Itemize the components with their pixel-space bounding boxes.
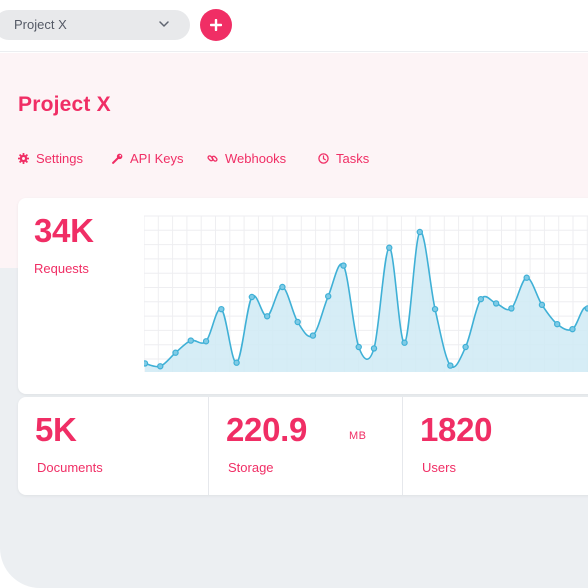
chart-point	[462, 343, 469, 351]
project-select-value: Project X	[14, 17, 67, 32]
chart-point	[370, 345, 378, 352]
tab-settings[interactable]: Settings	[18, 151, 83, 166]
requests-chart	[144, 215, 588, 372]
storage-stat: 220.9 MB Storage	[208, 397, 402, 495]
stats-row: 5K Documents 220.9 MB Storage 1820 Users	[18, 397, 588, 495]
storage-value: 220.9	[226, 411, 308, 448]
storage-label: Storage	[228, 460, 274, 475]
add-project-button[interactable]	[200, 9, 232, 41]
users-value: 1820	[420, 411, 493, 448]
chart-point	[431, 305, 439, 313]
chart-point	[508, 305, 515, 312]
chart-point	[569, 325, 576, 333]
chevron-down-icon	[159, 21, 169, 27]
chart-point	[523, 274, 530, 281]
tab-api-keys-label: API Keys	[130, 151, 184, 166]
chart-point	[248, 293, 256, 301]
chart-point	[263, 313, 271, 320]
documents-stat: 5K Documents	[18, 397, 208, 495]
chart-point	[187, 337, 195, 344]
plus-icon	[210, 19, 222, 31]
chart-point	[233, 359, 240, 366]
link-icon	[207, 155, 218, 162]
key-icon	[112, 153, 123, 164]
gear-icon	[18, 153, 29, 164]
chart-point	[157, 363, 164, 370]
requests-card: 34K Requests	[18, 198, 588, 394]
documents-label: Documents	[37, 460, 103, 475]
requests-value: 34K	[34, 212, 94, 249]
tab-webhooks[interactable]: Webhooks	[207, 151, 286, 166]
users-label: Users	[422, 460, 456, 475]
tab-tasks[interactable]: Tasks	[318, 151, 369, 166]
project-select[interactable]: Project X	[0, 10, 190, 40]
chart-point	[538, 301, 546, 309]
chart-point	[554, 320, 561, 328]
chart-point	[355, 343, 362, 351]
chart-point	[172, 349, 179, 356]
tab-tasks-label: Tasks	[336, 151, 370, 166]
chart-point	[477, 295, 485, 303]
chart-point	[492, 300, 500, 307]
clock-icon	[318, 153, 329, 164]
chart-point	[447, 362, 454, 369]
tab-api-keys[interactable]: API Keys	[112, 151, 183, 166]
chart-point	[386, 244, 393, 251]
storage-unit: MB	[349, 430, 367, 442]
chart-point	[218, 305, 225, 313]
chart-point	[340, 262, 347, 269]
tab-settings-label: Settings	[36, 151, 83, 166]
top-bar: Project X	[0, 0, 588, 52]
chart-point	[294, 318, 301, 326]
chart-point	[416, 228, 423, 236]
chart-point	[144, 360, 149, 367]
documents-value: 5K	[35, 411, 77, 448]
chart-point	[309, 332, 317, 339]
requests-label: Requests	[34, 261, 89, 276]
chart-point	[202, 338, 210, 345]
users-stat: 1820 Users	[402, 397, 588, 495]
chart-point	[324, 293, 332, 300]
chart-point	[279, 283, 286, 291]
tab-webhooks-label: Webhooks	[225, 151, 287, 166]
page-title: Project X	[18, 93, 111, 116]
chart-point	[401, 339, 408, 346]
